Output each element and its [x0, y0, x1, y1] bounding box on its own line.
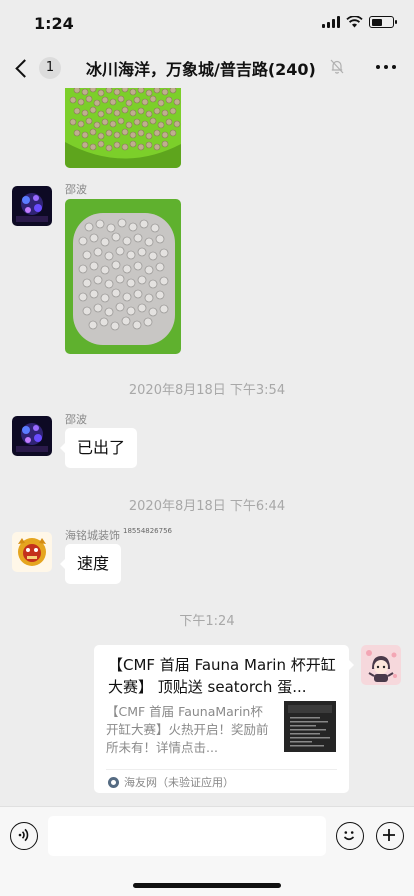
status-bar: 1:24: [0, 0, 414, 46]
voice-button[interactable]: [10, 822, 38, 850]
image-message[interactable]: [65, 199, 181, 354]
lion-avatar-image: [12, 532, 52, 572]
app-source-icon: [108, 776, 119, 788]
status-time: 1:24: [34, 14, 74, 33]
chat-title: 冰川海洋，万象城/普吉路(240): [86, 60, 316, 79]
plus-button[interactable]: [376, 822, 404, 850]
sender-phone-tag: 18554826756: [123, 527, 172, 535]
voice-icon: [18, 828, 29, 842]
battery-level: [371, 18, 382, 26]
more-options-button[interactable]: [376, 65, 396, 69]
chevron-left-icon: [15, 58, 34, 78]
avatar-shaobo[interactable]: [12, 186, 52, 226]
avatar-haiming[interactable]: [12, 532, 52, 572]
timestamp-label: 下午1:24: [179, 614, 235, 629]
back-button[interactable]: 1: [12, 54, 72, 82]
signal-icon: [322, 16, 340, 28]
link-card-divider: [106, 769, 337, 770]
timestamp-label: 2020年8月18日 下午3:54: [128, 383, 286, 398]
filter-media-photo-white: [65, 199, 181, 354]
sender-name: 海铭城装饰 18554826756: [65, 527, 172, 543]
sender-name: 邵波: [65, 183, 87, 196]
link-card-title: 【CMF 首届 Fauna Marin 杯开缸大赛】 顶贴送 seatorch …: [108, 656, 336, 696]
avatar-self[interactable]: [361, 645, 401, 685]
sender-name: 邵波: [65, 413, 87, 426]
message-input[interactable]: [48, 816, 326, 856]
text-message-bubble[interactable]: 已出了: [59, 428, 138, 468]
text-message-bubble[interactable]: 速度: [59, 544, 122, 584]
sender-name-text: 海铭城装饰: [65, 529, 120, 542]
filter-media-photo-beige: [65, 88, 181, 168]
coral-avatar-image: [12, 186, 52, 226]
plus-icon: [383, 829, 395, 841]
wifi-icon: [346, 16, 363, 28]
coral-avatar-image: [12, 416, 52, 456]
battery-icon: [369, 16, 397, 28]
link-card-source-text: 海友网（未验证应用）: [124, 776, 234, 789]
link-card-description: 【CMF 首届 FaunaMarin杯开缸大赛】火热开启！奖励前所未有！详情点击…: [106, 704, 269, 755]
chat-message-list[interactable]: 邵波 2020年8月18日 下午3:54 邵波 已出了 2020年8月18日 下…: [0, 88, 414, 806]
cartoon-avatar-image: [361, 645, 401, 685]
unread-badge: 1: [39, 57, 61, 79]
timestamp-label: 2020年8月18日 下午6:44: [128, 499, 286, 514]
input-bar: [0, 806, 414, 896]
emoji-icon: [343, 831, 355, 841]
avatar-shaobo[interactable]: [12, 416, 52, 456]
mute-bell-icon: [330, 59, 344, 74]
image-message[interactable]: [65, 88, 181, 168]
link-card-source: 海友网（未验证应用）: [108, 774, 234, 790]
link-card-message[interactable]: 【CMF 首届 Fauna Marin 杯开缸大赛】 顶贴送 seatorch …: [94, 645, 354, 793]
link-card-thumbnail: [284, 701, 336, 752]
emoji-button[interactable]: [336, 822, 364, 850]
home-indicator: [133, 883, 281, 888]
status-icons: [322, 16, 397, 28]
chat-header: 1 冰川海洋，万象城/普吉路(240): [0, 46, 414, 88]
